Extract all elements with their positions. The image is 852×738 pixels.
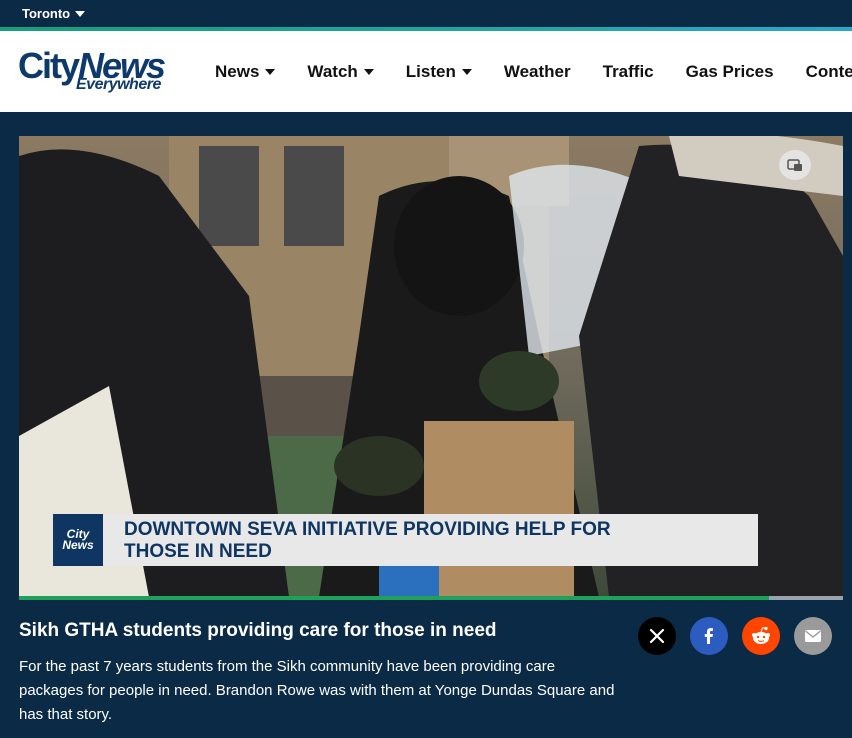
site-header: CityNews Everywhere News Watch Listen We… (0, 31, 852, 112)
city-label: Toronto (22, 6, 71, 21)
logo-tagline: Everywhere (76, 76, 161, 93)
chevron-down-icon (75, 10, 86, 17)
chevron-down-icon (461, 69, 472, 75)
chevron-down-icon (363, 69, 374, 75)
video-progress-fill (19, 596, 769, 600)
lower-third-banner: City News DOWNTOWN SEVA INITIATIVE PROVI… (53, 514, 758, 566)
video-description: For the past 7 years students from the S… (19, 658, 615, 723)
video-title: Sikh GTHA students providing care for th… (19, 620, 497, 641)
email-icon (805, 630, 821, 642)
video-player[interactable]: City News DOWNTOWN SEVA INITIATIVE PROVI… (19, 136, 843, 597)
nav-item-news[interactable]: News (215, 62, 276, 82)
share-x-button[interactable] (638, 617, 676, 655)
nav-item-listen[interactable]: Listen (406, 62, 472, 82)
share-email-button[interactable] (794, 617, 832, 655)
share-reddit-button[interactable] (742, 617, 780, 655)
x-icon (649, 628, 665, 644)
nav-item-weather[interactable]: Weather (504, 62, 571, 82)
picture-in-picture-icon (787, 159, 802, 171)
chevron-down-icon (265, 69, 276, 75)
citynews-logo[interactable]: CityNews Everywhere (18, 45, 188, 101)
nav-item-contests[interactable]: Contes (806, 62, 852, 82)
top-bar: Toronto (0, 0, 852, 27)
video-progress-bar[interactable] (19, 596, 843, 600)
lower-third-logo: City News (53, 514, 103, 566)
facebook-icon (704, 628, 713, 644)
nav-item-watch[interactable]: Watch (307, 62, 374, 82)
nav-item-traffic[interactable]: Traffic (603, 62, 654, 82)
nav-item-gas-prices[interactable]: Gas Prices (686, 62, 774, 82)
city-selector[interactable]: Toronto (22, 6, 86, 21)
main-nav: News Watch Listen Weather Traffic Gas Pr… (215, 62, 852, 82)
lower-third-headline: DOWNTOWN SEVA INITIATIVE PROVIDING HELP … (124, 519, 611, 562)
share-facebook-button[interactable] (690, 617, 728, 655)
picture-in-picture-button[interactable] (779, 150, 811, 180)
reddit-icon (752, 626, 770, 644)
